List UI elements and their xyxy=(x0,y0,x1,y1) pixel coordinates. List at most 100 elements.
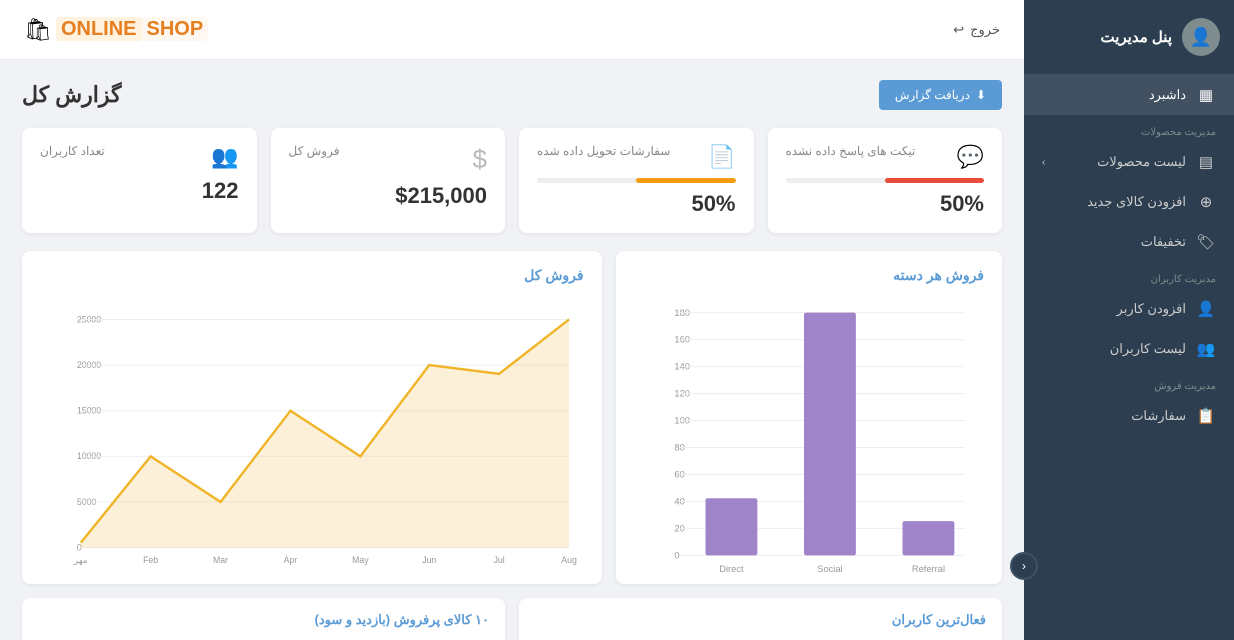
stat-label-users: تعداد کاربران xyxy=(40,144,105,158)
dollar-icon: $ xyxy=(473,144,487,175)
stat-card-sales: $ فروش کل $215,000 xyxy=(271,128,506,233)
sidebar-item-dashboard[interactable]: ▦ داشبرد xyxy=(1024,75,1234,115)
stat-label-sales: فروش کل xyxy=(289,144,340,158)
orders-progress-fill xyxy=(636,178,735,183)
sidebar-toggle-button[interactable]: ‹ xyxy=(1010,552,1038,580)
svg-text:Mar: Mar xyxy=(213,555,228,565)
sidebar-item-label: داشبرد xyxy=(1149,87,1186,103)
sidebar-item-label: افزودن کاربر xyxy=(1117,301,1186,317)
svg-text:Social: Social xyxy=(817,564,842,574)
sidebar-item-label: افزودن کالای جدید xyxy=(1087,194,1186,210)
bottom-card-left-title: فعال‌ترین کاربران xyxy=(535,612,986,628)
orders-icon: 📄 xyxy=(708,144,735,170)
bottom-card-top-products: ۱۰ کالای پرفروش (بازدید و سود) xyxy=(22,598,505,640)
sidebar-item-label: سفارشات xyxy=(1131,408,1186,424)
download-button-label: دریافت گزارش xyxy=(895,88,970,102)
topbar: 🛍 ONLINESHOP ↩ خروج xyxy=(0,0,1024,60)
shop-bag-icon: 🛍 xyxy=(24,17,52,43)
logo-online: ONLINE xyxy=(56,17,142,41)
svg-text:May: May xyxy=(352,555,369,565)
bar-direct xyxy=(705,498,757,555)
svg-text:Feb: Feb xyxy=(143,555,158,565)
avatar-icon: 👤 xyxy=(1190,27,1212,48)
sidebar-item-label: تخفیفات xyxy=(1141,234,1186,250)
users-icon: 👥 xyxy=(211,144,238,170)
stat-card-header: 👥 تعداد کاربران xyxy=(40,144,239,170)
sidebar-nav: ▦ داشبرد مدیریت محصولات ▤ لیست محصولات ›… xyxy=(1024,75,1234,640)
line-chart-card: فروش کل 0 5000 10000 15000 20000 25000 xyxy=(22,251,602,584)
stat-label-orders: سفارشات تحویل داده شده xyxy=(537,144,670,158)
stat-card-users: 👥 تعداد کاربران 122 xyxy=(22,128,257,233)
download-report-button[interactable]: ⬇ دریافت گزارش xyxy=(879,80,1002,110)
stat-value-sales: $215,000 xyxy=(289,183,488,209)
stats-row: 💬 تیکت های پاسخ داده نشده 50% 📄 سفارشات … xyxy=(22,128,1002,233)
svg-text:Apr: Apr xyxy=(284,555,298,565)
products-icon: ▤ xyxy=(1196,153,1216,171)
stat-value-tickets: 50% xyxy=(786,191,985,217)
bottom-card-right-title: ۱۰ کالای پرفروش (بازدید و سود) xyxy=(38,612,489,628)
stat-value-users: 122 xyxy=(40,178,239,204)
svg-text:Jul: Jul xyxy=(494,555,505,565)
logo: 🛍 ONLINESHOP xyxy=(24,17,210,43)
users-icon: 👥 xyxy=(1196,340,1216,358)
stat-label-tickets: تیکت های پاسخ داده نشده xyxy=(786,144,916,158)
ticket-progress-bar xyxy=(786,178,985,183)
svg-text:Aug: Aug xyxy=(561,555,577,565)
sidebar-item-products[interactable]: ▤ لیست محصولات › xyxy=(1024,142,1234,182)
charts-row: فروش هر دسته 0 20 40 60 80 100 120 140 1… xyxy=(22,251,1002,584)
logo-text: ONLINESHOP xyxy=(56,18,210,41)
section-label-sales: مدیریت فروش xyxy=(1024,369,1234,396)
exit-label: خروج xyxy=(970,22,1000,38)
stat-value-orders: 50% xyxy=(537,191,736,217)
stat-card-header: $ فروش کل xyxy=(289,144,488,175)
discount-icon: 🏷 xyxy=(1196,233,1216,251)
line-chart-title: فروش کل xyxy=(40,267,584,284)
chevron-right-icon: › xyxy=(1042,157,1045,168)
line-chart-area: 0 5000 10000 15000 20000 25000 xyxy=(40,294,584,574)
sidebar-item-users-list[interactable]: 👥 لیست کاربران xyxy=(1024,329,1234,369)
bar-social xyxy=(804,313,856,556)
sidebar-header: 👤 پنل مدیریت xyxy=(1024,0,1234,75)
avatar: 👤 xyxy=(1182,18,1220,56)
sidebar-item-orders[interactable]: 📋 سفارشات xyxy=(1024,396,1234,436)
orders-icon: 📋 xyxy=(1196,407,1216,425)
download-icon: ⬇ xyxy=(976,88,986,102)
ticket-progress-fill xyxy=(885,178,984,183)
stat-card-header: 💬 تیکت های پاسخ داده نشده xyxy=(786,144,985,170)
exit-icon: ↩ xyxy=(953,22,964,38)
add-icon: ⊕ xyxy=(1196,193,1216,211)
svg-text:Referral: Referral xyxy=(911,564,944,574)
bar-chart-svg: 0 20 40 60 80 100 120 140 160 180 200 xyxy=(634,294,984,574)
bar-chart-title: فروش هر دسته xyxy=(634,267,984,284)
section-label-products: مدیریت محصولات xyxy=(1024,115,1234,142)
svg-text:0: 0 xyxy=(674,550,679,560)
bar-chart-card: فروش هر دسته 0 20 40 60 80 100 120 140 1… xyxy=(616,251,1002,584)
sidebar-item-label: لیست محصولات xyxy=(1097,154,1186,170)
svg-text:مهر: مهر xyxy=(73,555,88,566)
ticket-icon: 💬 xyxy=(957,144,984,170)
sidebar: 👤 پنل مدیریت ▦ داشبرد مدیریت محصولات ▤ ل… xyxy=(1024,0,1234,640)
section-label-users: مدیریت کاربران xyxy=(1024,262,1234,289)
svg-text:Jun: Jun xyxy=(422,555,436,565)
sidebar-title: پنل مدیریت xyxy=(1101,28,1173,46)
sidebar-item-add-user[interactable]: 👤 افزودن کاربر xyxy=(1024,289,1234,329)
sidebar-item-discounts[interactable]: 🏷 تخفیفات xyxy=(1024,222,1234,262)
exit-button[interactable]: ↩ خروج xyxy=(953,22,1000,38)
bar-chart-area: 0 20 40 60 80 100 120 140 160 180 200 xyxy=(634,294,984,574)
bottom-row: فعال‌ترین کاربران ۱۰ کالای پرفروش (بازدی… xyxy=(22,598,1002,640)
svg-text:Direct: Direct xyxy=(719,564,744,574)
add-user-icon: 👤 xyxy=(1196,300,1216,318)
stat-card-tickets: 💬 تیکت های پاسخ داده نشده 50% xyxy=(768,128,1003,233)
stat-card-header: 📄 سفارشات تحویل داده شده xyxy=(537,144,736,170)
page-title: گزارش کل xyxy=(22,82,121,108)
sidebar-item-add-product[interactable]: ⊕ افزودن کالای جدید xyxy=(1024,182,1234,222)
orders-progress-bar xyxy=(537,178,736,183)
main-area: 🛍 ONLINESHOP ↩ خروج ⬇ دریافت گزارش گزارش… xyxy=(0,0,1024,640)
bottom-card-active-users: فعال‌ترین کاربران xyxy=(519,598,1002,640)
logo-shop: SHOP xyxy=(142,17,209,41)
dashboard-icon: ▦ xyxy=(1196,86,1216,104)
page-header: ⬇ دریافت گزارش گزارش کل xyxy=(22,80,1002,110)
bar-referral xyxy=(902,521,954,555)
stat-card-orders: 📄 سفارشات تحویل داده شده 50% xyxy=(519,128,754,233)
line-chart-svg: 0 5000 10000 15000 20000 25000 xyxy=(40,294,584,574)
